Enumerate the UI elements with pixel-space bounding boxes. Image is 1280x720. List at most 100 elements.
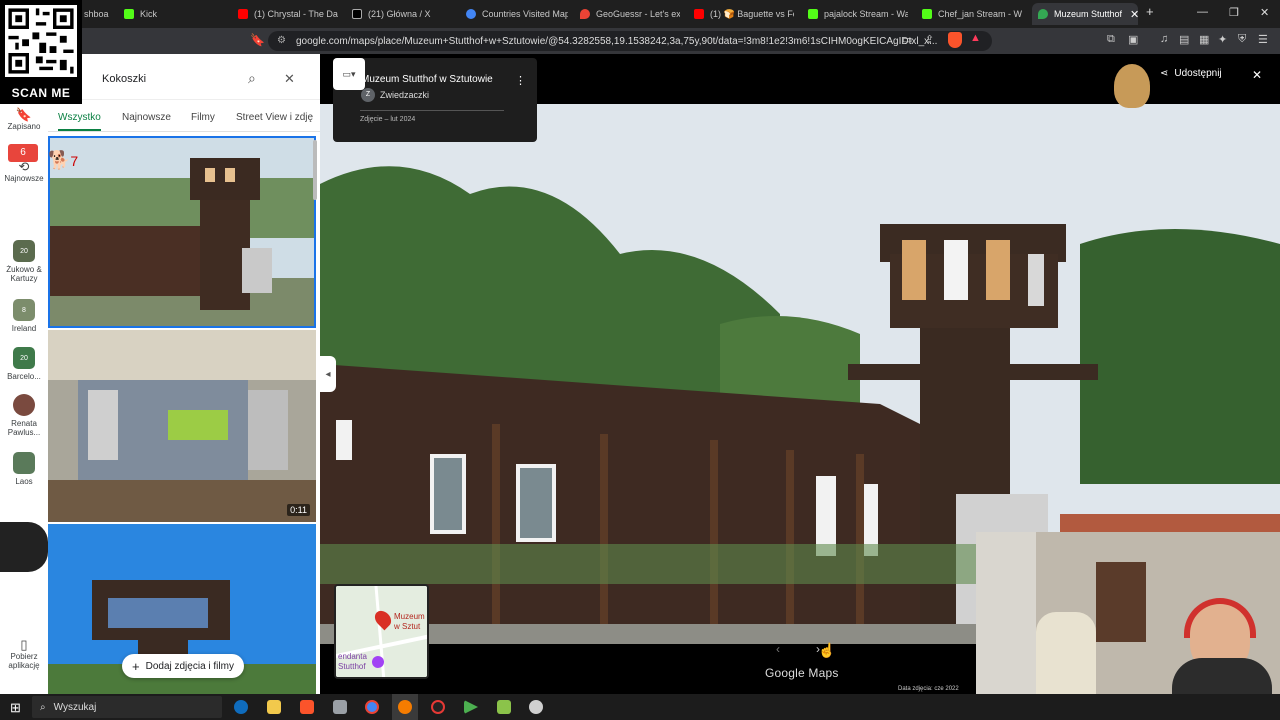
rail-saved[interactable]: 🔖 Zapisano	[0, 107, 48, 131]
qr-code-icon	[5, 5, 77, 77]
extension-icon[interactable]: ▣	[1128, 33, 1138, 46]
app-icon[interactable]	[333, 700, 347, 714]
history-icon: ⟲	[18, 159, 30, 174]
app-icon[interactable]	[529, 700, 543, 714]
tab-all[interactable]: Wszystko	[58, 112, 101, 131]
rail-list-renata[interactable]: Renata Pawlus...	[0, 394, 48, 437]
place-title[interactable]: Muzeum Stutthof w Sztutowie	[361, 74, 493, 85]
menu-icon[interactable]: ☰	[1258, 33, 1268, 46]
search-icon: ⌕	[40, 701, 46, 713]
youtube-icon	[238, 9, 248, 19]
brave-rewards-icon[interactable]: ▲	[970, 32, 981, 44]
tab-chef-jan[interactable]: Chef_jan Stream - Wat	[922, 3, 1022, 25]
share-icon[interactable]: ⇪	[925, 33, 934, 46]
bookmark-icon: 🔖	[15, 107, 33, 122]
media-icon[interactable]: ♫	[1160, 33, 1168, 45]
obs-icon[interactable]	[431, 700, 445, 714]
maps-rail: 🔖 Zapisano 6 ⟲ Najnowsze 20 Żukowo & Kar…	[0, 54, 48, 694]
tab-youtube-baguette[interactable]: (1) 🍞 Baguette vs For	[694, 3, 794, 25]
install-icon[interactable]: ▭	[902, 33, 912, 46]
divider	[360, 110, 504, 111]
tab-geoguessr[interactable]: GeoGuessr - Let's expl	[580, 3, 680, 25]
url-bar[interactable]: ⚙ google.com/maps/place/Muzeum+Stutthof+…	[268, 31, 992, 51]
tab-pajalock[interactable]: pajalock Stream - Wat	[808, 3, 908, 25]
more-options-icon[interactable]: ⋮	[515, 74, 526, 87]
restore-icon[interactable]: ❐	[1229, 6, 1239, 19]
x-icon	[352, 9, 362, 19]
rail-recent[interactable]: ⟲ Najnowsze	[0, 159, 48, 183]
tab-muzeum-stutthof[interactable]: Muzeum Stutthof ✕	[1032, 3, 1138, 25]
close-tab-icon[interactable]: ✕	[1130, 8, 1138, 21]
extensions-icon[interactable]: ⧉	[1107, 33, 1115, 46]
brave-shield-icon[interactable]	[948, 32, 962, 48]
close-icon[interactable]: ✕	[284, 71, 295, 87]
windows-start-icon[interactable]: ⊞	[10, 700, 21, 716]
share-button[interactable]: ⋖ Udostępnij	[1160, 68, 1222, 79]
collapse-panel-button[interactable]: ◂	[320, 356, 336, 392]
search-icon[interactable]: ⌕	[248, 70, 256, 87]
url-text: google.com/maps/place/Muzeum+Stutthof+w+…	[296, 35, 938, 47]
tab-countries-map[interactable]: Countries Visited Map	[466, 3, 568, 25]
tab-kick[interactable]: Kick	[124, 3, 224, 25]
tab-label: pajalock Stream - Wat	[824, 9, 908, 19]
tab-x[interactable]: (21) Główna / X	[352, 3, 452, 25]
windows-taskbar: ⊞ ⌕ Wyszukaj	[0, 694, 1280, 720]
minimap[interactable]: Muzeum w Sztut endanta Stutthof	[334, 584, 429, 679]
rail-label: Ireland	[11, 324, 37, 333]
app-icon[interactable]	[497, 700, 511, 714]
new-tab-button[interactable]: +	[1146, 4, 1154, 19]
taskbar-search[interactable]: ⌕ Wyszukaj	[32, 696, 222, 718]
bookmark-icon[interactable]: 🔖	[250, 33, 265, 47]
search-input[interactable]: Kokoszki	[102, 73, 146, 85]
site-info-icon[interactable]: ⚙	[277, 35, 286, 46]
tab-youtube-chrystal[interactable]: (1) Chrystal - The Days	[238, 3, 338, 25]
taskbar-search-label: Wyszukaj	[53, 701, 97, 713]
rail-list-ireland[interactable]: 8 Ireland	[0, 299, 48, 333]
media-player-icon[interactable]	[464, 700, 478, 714]
brave-icon[interactable]	[300, 700, 314, 714]
kick-icon	[808, 9, 818, 19]
search-box[interactable]: Kokoszki ⌕ ✕	[48, 62, 320, 100]
close-window-icon[interactable]: ✕	[1260, 6, 1269, 19]
poi-marker-icon	[372, 656, 384, 668]
list-thumbnail: 20	[13, 240, 35, 262]
rail-list-barcelona[interactable]: 20 Barcelo...	[0, 347, 48, 381]
tab-videos[interactable]: Filmy	[191, 112, 215, 123]
globe-icon	[466, 9, 476, 19]
chrome-icon[interactable]	[365, 700, 379, 714]
tab-0[interactable]: shboa	[84, 3, 114, 25]
rail-list-zukowo[interactable]: 20 Żukowo & Kartuzy	[0, 240, 48, 283]
ai-icon[interactable]: ✦	[1218, 33, 1227, 46]
photo-tabs: Wszystko Najnowsze Filmy Street View i z…	[48, 106, 320, 132]
webcam-overlay	[976, 532, 1280, 694]
previous-photo-icon[interactable]: ‹	[776, 642, 780, 656]
contributor-name[interactable]: Zwiedzaczki	[380, 90, 429, 100]
add-photos-label: Dodaj zdjęcia i filmy	[145, 660, 234, 672]
address-toolbar: 🔖 ⚙ google.com/maps/place/Muzeum+Stuttho…	[0, 28, 1280, 54]
place-info-card: ▭▾ Muzeum Stutthof w Sztutowie ⋮ Z Zwied…	[333, 58, 537, 142]
rail-get-app[interactable]: ▯ Pobierz aplikację	[0, 638, 48, 670]
vpn-icon[interactable]: ⛨	[1238, 33, 1246, 46]
exhibition-image	[48, 330, 316, 522]
share-label: Udostępnij	[1174, 68, 1222, 79]
share-icon: ⋖	[1160, 68, 1169, 79]
tab-street-view[interactable]: Street View i zdję	[236, 112, 313, 123]
file-explorer-icon[interactable]	[267, 700, 281, 714]
rail-list-laos[interactable]: Laos	[0, 452, 48, 486]
sidebar-icon[interactable]: ▤	[1179, 33, 1189, 46]
rail-label: Zapisano	[7, 122, 41, 131]
sticker-decoration: 🐕7	[48, 150, 79, 170]
close-viewer-icon[interactable]: ✕	[1252, 68, 1262, 82]
list-thumbnail: 8	[13, 299, 35, 321]
scrollbar[interactable]	[313, 140, 317, 200]
edge-icon[interactable]	[234, 700, 248, 714]
video-thumbnail-exhibition[interactable]: 0:11	[48, 330, 316, 522]
avatar: Z	[361, 88, 375, 102]
wallet-icon[interactable]: ▦	[1199, 33, 1209, 46]
add-photos-button[interactable]: + Dodaj zdjęcia i filmy	[122, 654, 244, 678]
minimize-icon[interactable]: —	[1197, 6, 1208, 18]
rail-label: Renata Pawlus...	[7, 419, 41, 437]
chrome-canary-icon[interactable]	[398, 700, 412, 714]
tab-newest[interactable]: Najnowsze	[122, 112, 171, 123]
rail-label: Pobierz aplikację	[8, 652, 40, 670]
